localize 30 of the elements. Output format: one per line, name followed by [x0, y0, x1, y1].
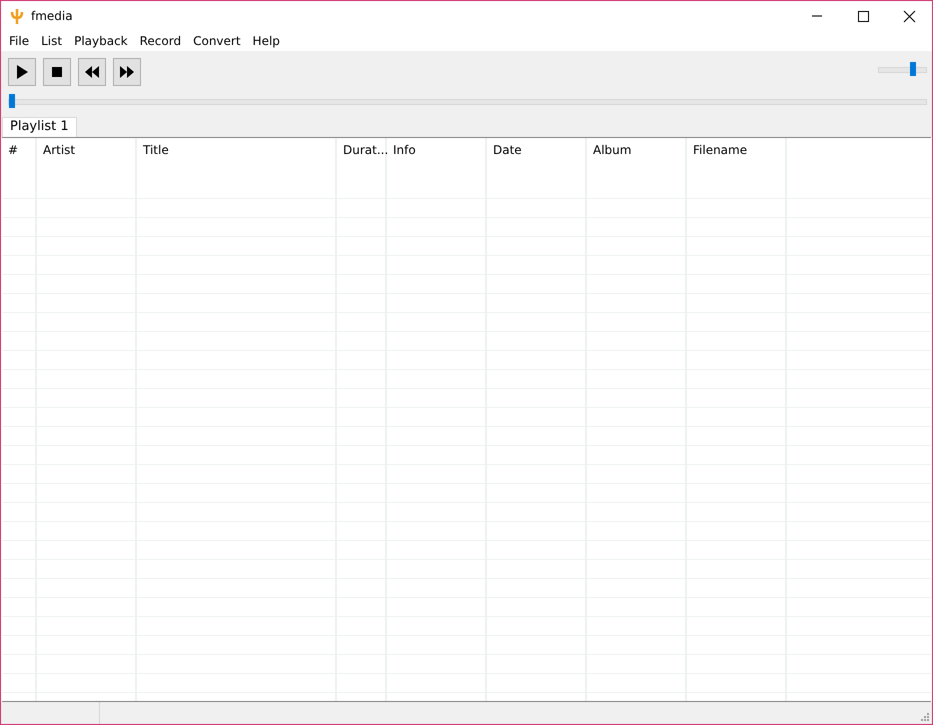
rewind-icon — [84, 64, 100, 80]
stop-icon — [49, 64, 65, 80]
column-header[interactable]: # — [8, 143, 18, 157]
menu-item[interactable]: Convert — [187, 34, 247, 48]
logo-icon — [9, 7, 25, 25]
column-header[interactable]: Info — [393, 143, 416, 157]
column-header[interactable]: Title — [143, 143, 169, 157]
maximize-icon — [855, 10, 871, 22]
stop-button[interactable] — [43, 58, 71, 86]
column-header[interactable]: Filename — [693, 143, 748, 157]
seek-slider-thumb[interactable] — [9, 94, 15, 108]
menu-item[interactable]: File — [3, 34, 36, 48]
menu-item[interactable]: List — [35, 34, 68, 48]
column-header[interactable]: Album — [593, 143, 632, 157]
fast-forward-icon — [119, 64, 135, 80]
close-icon — [901, 10, 917, 22]
prev-button[interactable] — [78, 58, 106, 86]
volume-slider-thumb[interactable] — [910, 62, 916, 76]
next-button[interactable] — [113, 58, 141, 86]
play-icon — [14, 64, 30, 80]
column-header[interactable]: Durat... — [343, 143, 388, 157]
resize-grip-icon — [920, 712, 930, 722]
column-header[interactable]: Artist — [43, 143, 76, 157]
menu-item[interactable]: Playback — [68, 34, 134, 48]
menu-item[interactable]: Help — [246, 34, 286, 48]
column-header[interactable]: Date — [493, 143, 522, 157]
window-title: fmedia — [31, 9, 73, 23]
play-button[interactable] — [8, 58, 36, 86]
tab[interactable]: Playlist 1 — [2, 117, 77, 137]
menu-item[interactable]: Record — [134, 34, 188, 48]
